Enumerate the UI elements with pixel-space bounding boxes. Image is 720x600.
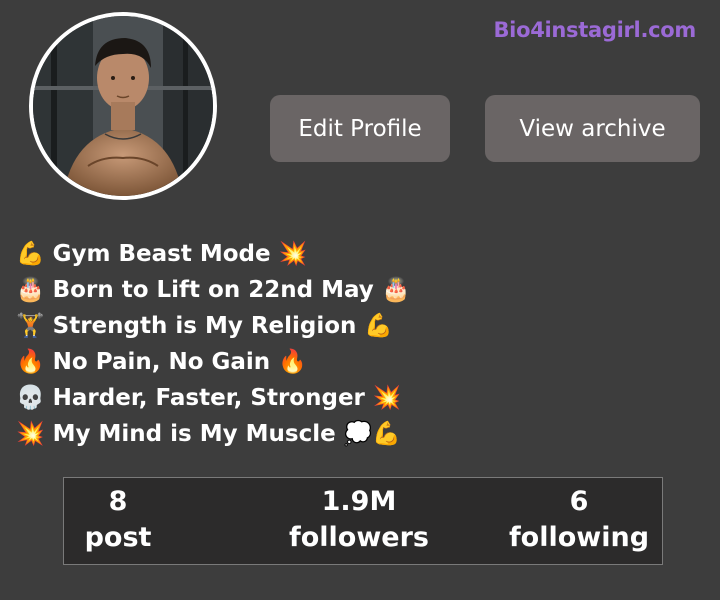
avatar-photo-icon — [33, 16, 213, 196]
stat-following-count: 6 — [569, 486, 589, 517]
bio-line: 💥 My Mind is My Muscle 💭💪 — [16, 421, 401, 447]
bio-line: 💪 Gym Beast Mode 💥 — [16, 241, 308, 267]
stat-following-label: following — [508, 522, 650, 553]
stat-followers-label: followers — [289, 522, 429, 553]
avatar[interactable] — [29, 12, 217, 200]
bio-line: 🏋 Strength is My Religion 💪 — [16, 313, 394, 339]
stat-post-label: post — [84, 522, 152, 553]
bio-line: 🎂 Born to Lift on 22nd May 🎂 — [16, 277, 411, 303]
view-archive-button[interactable]: View archive — [485, 95, 700, 162]
stat-following[interactable]: 6 following — [504, 484, 654, 556]
stat-followers[interactable]: 1.9M followers — [279, 484, 439, 556]
bio-line: 🔥 No Pain, No Gain 🔥 — [16, 349, 307, 375]
edit-profile-button[interactable]: Edit Profile — [270, 95, 450, 162]
site-watermark: Bio4instagirl.com — [493, 18, 696, 42]
stat-followers-count: 1.9M — [321, 486, 397, 517]
stat-post[interactable]: 8 post — [74, 484, 162, 556]
bio-list: 💪 Gym Beast Mode 💥 🎂 Born to Lift on 22n… — [16, 236, 410, 452]
bio-line: 💀 Harder, Faster, Stronger 💥 — [16, 385, 402, 411]
profile-stats: 8 post 1.9M followers 6 following — [63, 477, 663, 565]
stat-post-count: 8 — [108, 486, 128, 517]
